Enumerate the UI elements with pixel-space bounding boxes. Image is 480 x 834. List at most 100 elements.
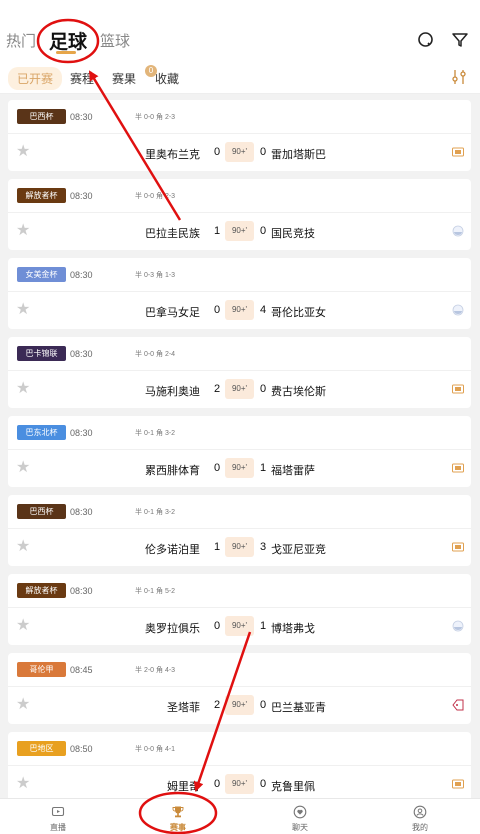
subtab-schedule[interactable]: 赛程 — [70, 70, 94, 87]
card-divider — [8, 686, 471, 687]
league-badge: 巴西杯 — [17, 504, 66, 519]
favorite-star-icon[interactable]: ★ — [16, 302, 30, 318]
tab-basketball[interactable]: 篮球 — [100, 30, 130, 51]
away-score: 0 — [259, 225, 267, 237]
half-corner-stats: 半 0-0 角 2-3 — [135, 193, 176, 200]
home-score: 0 — [213, 304, 221, 316]
match-time: 08:30 — [70, 507, 93, 517]
match-card[interactable]: 解放者杯 08:30 半 0-1 角 5-2 ★ 奥罗拉俱乐 0 90+' 1 博塔弗戈 — [8, 574, 471, 645]
favorite-star-icon[interactable]: ★ — [16, 697, 30, 713]
half-corner-stats: 半 0-1 角 3-2 — [135, 430, 176, 437]
away-score: 1 — [259, 620, 267, 632]
favorite-star-icon[interactable]: ★ — [16, 776, 30, 792]
nav-live[interactable]: 直播 — [38, 805, 78, 833]
away-team: 雷加塔斯巴 — [271, 149, 326, 161]
half-corner-stats: 半 0-0 角 4-1 — [135, 746, 176, 753]
match-status: 90+' — [225, 616, 254, 636]
home-score: 0 — [213, 462, 221, 474]
heart-chat-icon — [293, 805, 307, 819]
animation-icon[interactable] — [452, 304, 464, 316]
card-divider — [8, 133, 471, 134]
subtab-results[interactable]: 赛果 — [112, 70, 136, 87]
nav-chat[interactable]: 聊天 — [280, 805, 320, 833]
half-corner-stats: 半 2-0 角 4-3 — [135, 667, 176, 674]
favorite-star-icon[interactable]: ★ — [16, 223, 30, 239]
match-time: 08:30 — [70, 586, 93, 596]
match-card[interactable]: 女美金杯 08:30 半 0-3 角 1-3 ★ 巴拿马女足 0 90+' 4 哥伦比亚女 — [8, 258, 471, 329]
favorite-star-icon[interactable]: ★ — [16, 381, 30, 397]
home-score: 1 — [213, 225, 221, 237]
home-score: 0 — [213, 778, 221, 790]
away-team: 国民竞技 — [271, 228, 315, 240]
nav-live-label: 直播 — [50, 823, 66, 832]
home-score: 0 — [213, 620, 221, 632]
match-card[interactable]: 巴西杯 08:30 半 0-0 角 2-3 ★ 里奥布兰克 0 90+' 0 雷加塔斯巴 — [8, 100, 471, 171]
tag-icon[interactable] — [452, 699, 464, 711]
match-status: 90+' — [225, 695, 254, 715]
home-team: 姆里奇 — [167, 781, 200, 793]
home-team: 巴拿马女足 — [145, 307, 200, 319]
active-tab-indicator — [56, 51, 76, 54]
away-score: 0 — [259, 778, 267, 790]
nav-events[interactable]: 赛事 — [158, 805, 198, 833]
filter-icon[interactable] — [450, 30, 470, 50]
tv-icon — [51, 806, 65, 817]
home-score: 2 — [213, 383, 221, 395]
home-score: 2 — [213, 699, 221, 711]
sub-tab-bar: 已开赛 赛程 赛果 收藏 0 — [0, 60, 480, 94]
match-status: 90+' — [225, 221, 254, 241]
nav-chat-label: 聊天 — [292, 823, 308, 832]
match-card[interactable]: 巴地区 08:50 半 0-0 角 4-1 ★ 姆里奇 0 90+' 0 克鲁里佩 — [8, 732, 471, 803]
video-icon[interactable] — [452, 778, 464, 790]
nav-mine-label: 我的 — [412, 823, 428, 832]
match-card[interactable]: 巴卡锦联 08:30 半 0-0 角 2-4 ★ 马施利奥迪 2 90+' 0 费古埃伦斯 — [8, 337, 471, 408]
match-time: 08:45 — [70, 665, 93, 675]
home-team: 累西腓体育 — [145, 465, 200, 477]
search-icon[interactable] — [416, 30, 436, 50]
match-card[interactable]: 巴西杯 08:30 半 0-1 角 3-2 ★ 伦多诺泊里 1 90+' 3 戈亚尼亚竞 — [8, 495, 471, 566]
favorite-star-icon[interactable]: ★ — [16, 539, 30, 555]
half-corner-stats: 半 0-0 角 2-3 — [135, 114, 176, 121]
league-badge: 解放者杯 — [17, 583, 66, 598]
away-score: 1 — [259, 462, 267, 474]
video-icon[interactable] — [452, 541, 464, 553]
card-divider — [8, 370, 471, 371]
video-icon[interactable] — [452, 146, 464, 158]
subtab-favorites[interactable]: 收藏 — [155, 70, 179, 87]
favorite-star-icon[interactable]: ★ — [16, 144, 30, 160]
favorite-star-icon[interactable]: ★ — [16, 460, 30, 476]
nav-mine[interactable]: 我的 — [400, 805, 440, 833]
home-team: 圣塔菲 — [167, 702, 200, 714]
league-badge: 解放者杯 — [17, 188, 66, 203]
home-score: 1 — [213, 541, 221, 553]
video-icon[interactable] — [452, 462, 464, 474]
match-card[interactable]: 哥伦甲 08:45 半 2-0 角 4-3 ★ 圣塔菲 2 90+' 0 巴兰基亚青 — [8, 653, 471, 724]
trophy-icon — [172, 806, 184, 818]
away-team: 福塔雷萨 — [271, 465, 315, 477]
match-status: 90+' — [225, 300, 254, 320]
match-card[interactable]: 巴东北杯 08:30 半 0-1 角 3-2 ★ 累西腓体育 0 90+' 1 福塔雷萨 — [8, 416, 471, 487]
animation-icon[interactable] — [452, 620, 464, 632]
away-score: 4 — [259, 304, 267, 316]
half-corner-stats: 半 0-0 角 2-4 — [135, 351, 176, 358]
settings-slider-icon[interactable] — [450, 68, 468, 86]
subtab-started[interactable]: 已开赛 — [8, 67, 63, 90]
favorites-count-badge: 0 — [145, 65, 157, 77]
home-team: 巴拉圭民族 — [145, 228, 200, 240]
video-icon[interactable] — [452, 383, 464, 395]
match-time: 08:30 — [70, 112, 93, 122]
away-score: 0 — [259, 146, 267, 158]
match-card[interactable]: 解放者杯 08:30 半 0-0 角 2-3 ★ 巴拉圭民族 1 90+' 0 国民竞技 — [8, 179, 471, 250]
card-divider — [8, 212, 471, 213]
nav-events-label: 赛事 — [170, 823, 186, 832]
user-icon — [413, 805, 427, 819]
animation-icon[interactable] — [452, 225, 464, 237]
home-team: 奥罗拉俱乐 — [145, 623, 200, 635]
half-corner-stats: 半 0-1 角 3-2 — [135, 509, 176, 516]
match-status: 90+' — [225, 537, 254, 557]
favorite-star-icon[interactable]: ★ — [16, 618, 30, 634]
tab-hot[interactable]: 热门 — [6, 30, 36, 51]
away-team: 克鲁里佩 — [271, 781, 315, 793]
tab-football[interactable]: 足球 — [49, 27, 87, 54]
league-badge: 女美金杯 — [17, 267, 66, 282]
